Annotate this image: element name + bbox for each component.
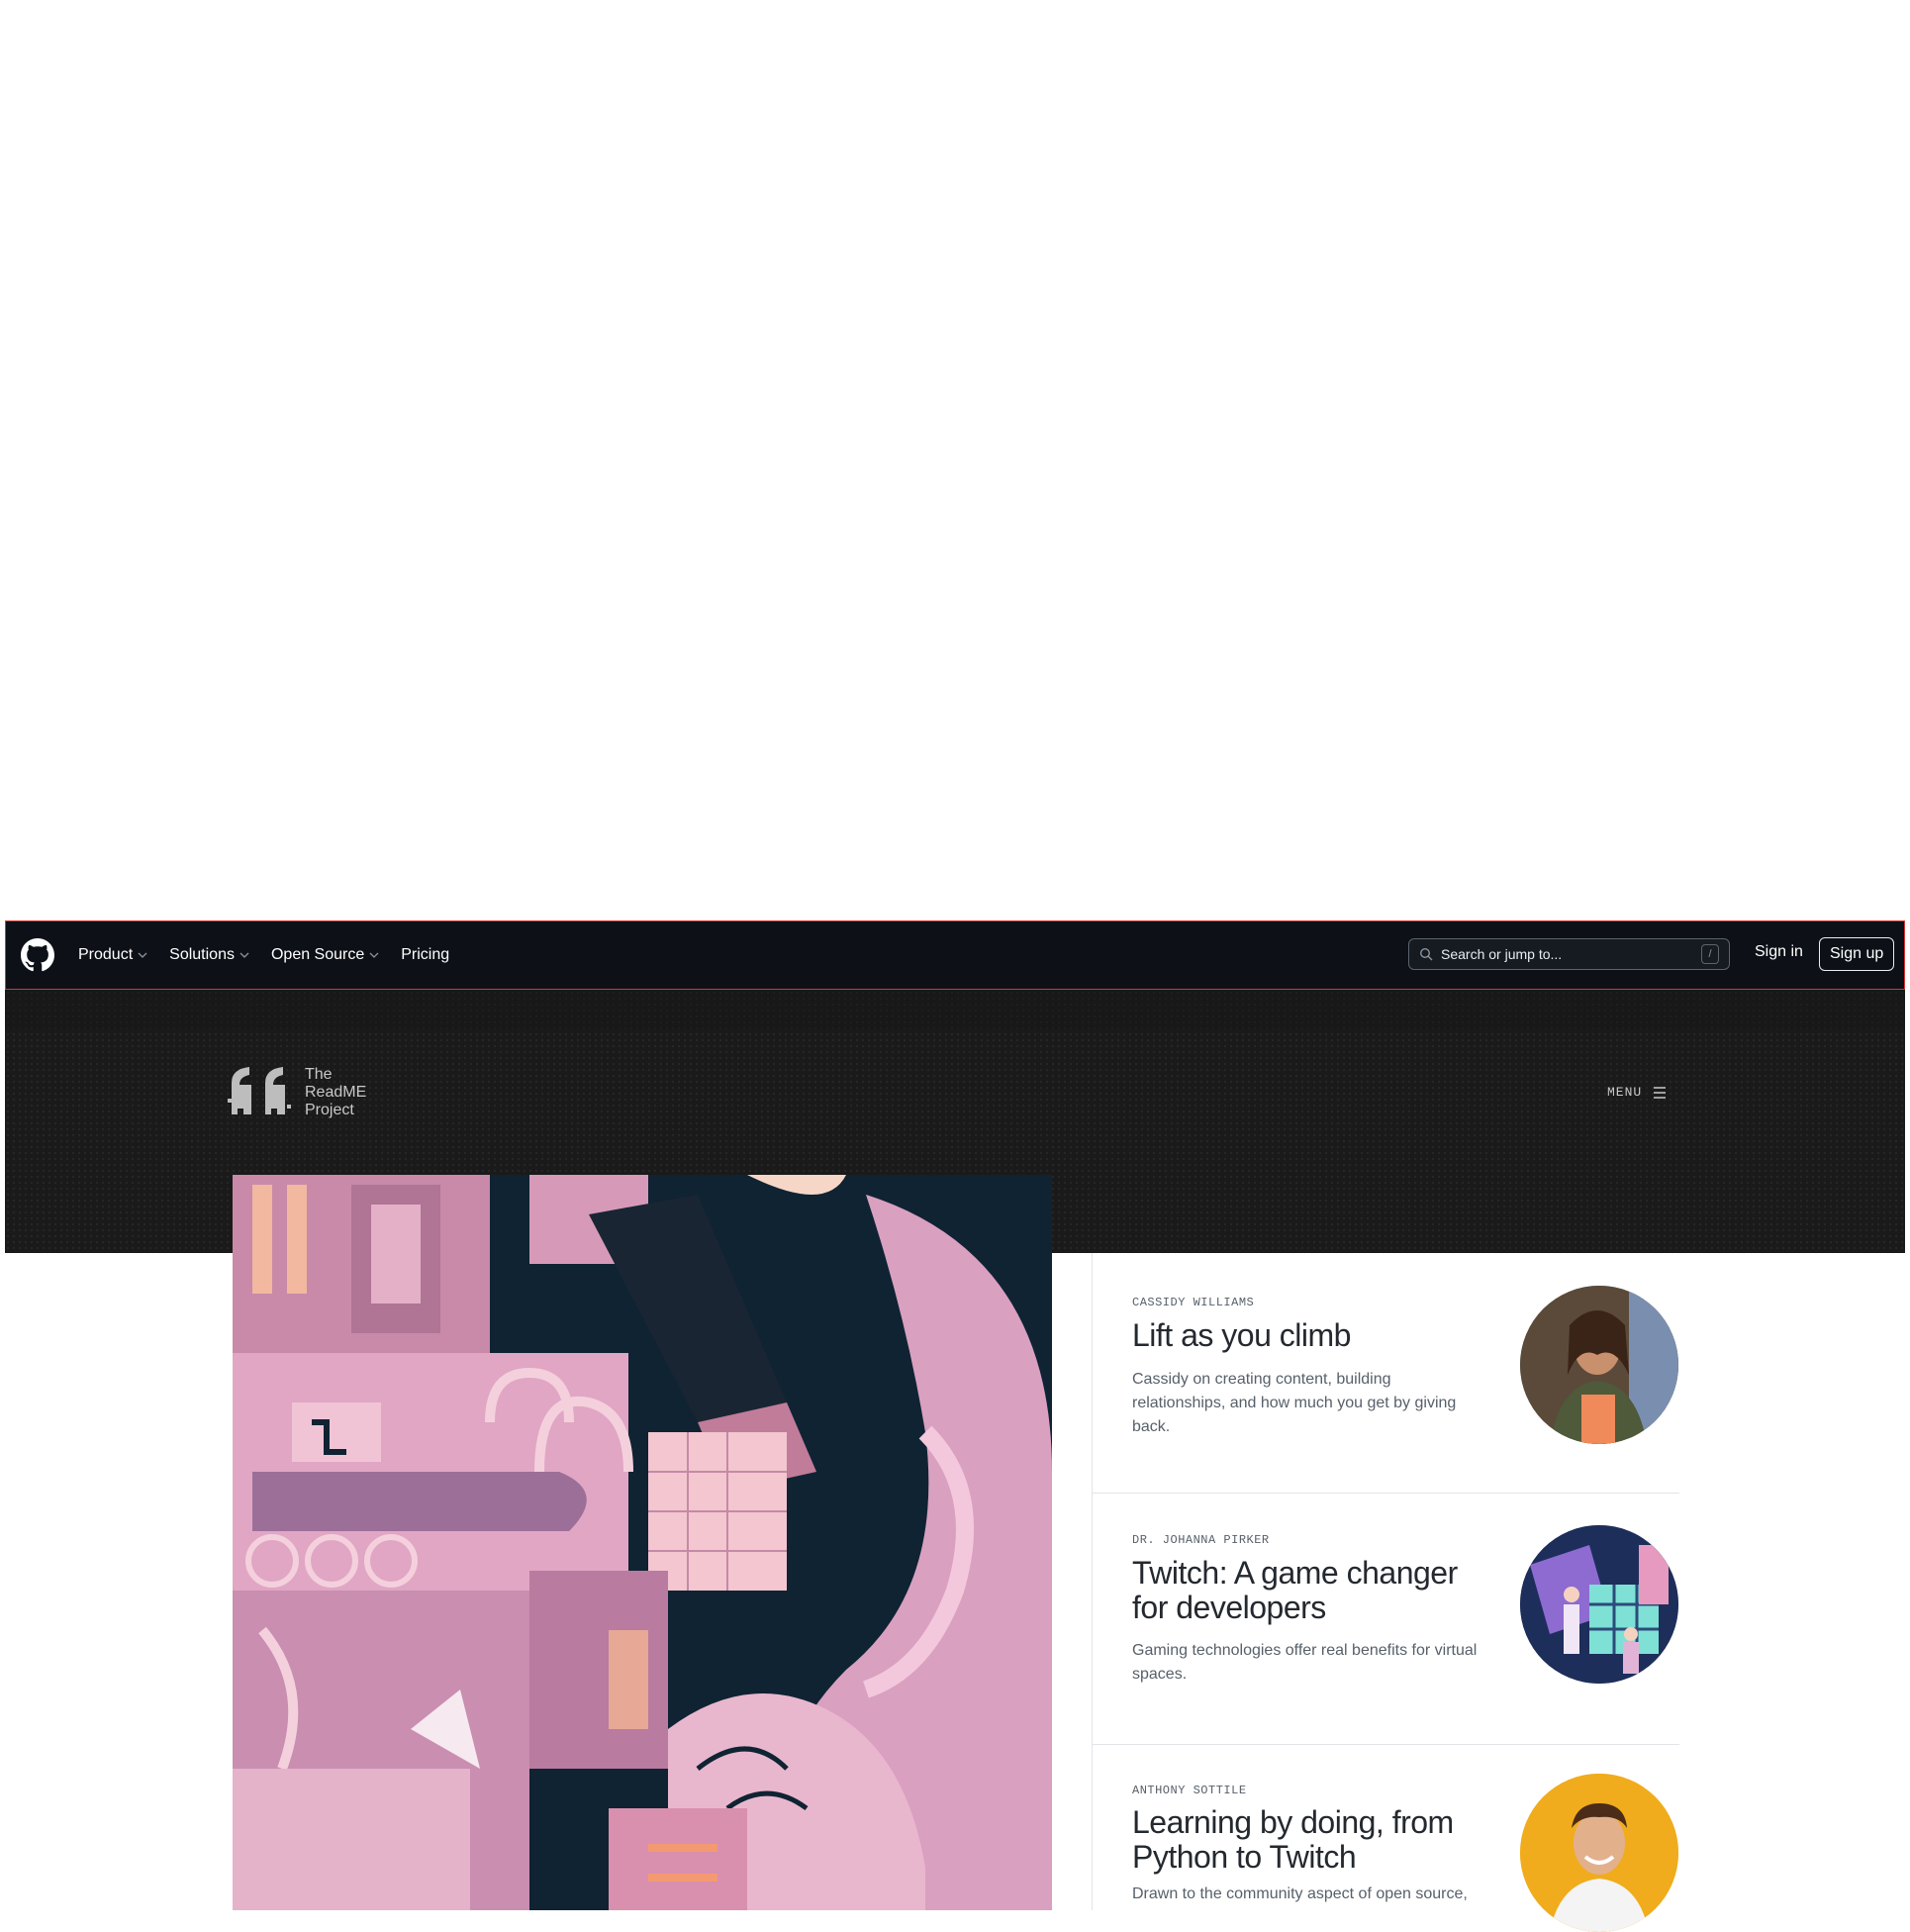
- nav-open-source[interactable]: Open Source: [271, 946, 379, 964]
- readme-logo-text: The ReadME Project: [305, 1066, 366, 1119]
- github-logo-icon[interactable]: [21, 938, 54, 972]
- search-shortcut-key: /: [1701, 944, 1719, 964]
- nav-pricing[interactable]: Pricing: [401, 946, 449, 964]
- logo-line-readme: ReadME: [305, 1084, 367, 1101]
- article-title[interactable]: Twitch: A game changer for developers: [1132, 1556, 1488, 1625]
- article-card-2[interactable]: DR. JOHANNA PIRKER Twitch: A game change…: [1093, 1493, 1679, 1745]
- article-list: CASSIDY WILLIAMS Lift as you climb Cassi…: [1092, 1253, 1679, 1932]
- github-header: Product Solutions Open Source Pricing Se…: [5, 920, 1905, 990]
- nav-product[interactable]: Product: [78, 946, 147, 964]
- article-card-1[interactable]: CASSIDY WILLIAMS Lift as you climb Cassi…: [1093, 1253, 1679, 1494]
- avatar-photo-image: [1520, 1774, 1678, 1932]
- chevron-down-icon: [369, 952, 379, 958]
- article-author: ANTHONY SOTTILE: [1132, 1784, 1247, 1797]
- quote-logo-icon: [228, 1067, 291, 1114]
- search-placeholder: Search or jump to...: [1441, 946, 1563, 962]
- avatar-illustration-image: [1520, 1525, 1678, 1684]
- nav-solutions[interactable]: Solutions: [169, 946, 249, 964]
- logo-line-the: The: [305, 1066, 333, 1083]
- chevron-down-icon: [239, 952, 249, 958]
- menu-label: MENU: [1607, 1085, 1643, 1100]
- article-card-3[interactable]: ANTHONY SOTTILE Learning by doing, from …: [1093, 1744, 1679, 1932]
- article-description: Gaming technologies offer real benefits …: [1132, 1642, 1478, 1683]
- band-pattern: [5, 990, 1905, 1029]
- article-title[interactable]: Lift as you climb: [1132, 1318, 1488, 1353]
- author-avatar: [1520, 1286, 1678, 1444]
- nav-pricing-label: Pricing: [401, 946, 450, 963]
- article-title[interactable]: Learning by doing, from Python to Twitch: [1132, 1805, 1488, 1875]
- nav-open-source-label: Open Source: [270, 946, 365, 963]
- article-description: Cassidy on creating content, building re…: [1132, 1371, 1457, 1435]
- search-input[interactable]: Search or jump to... /: [1408, 938, 1730, 970]
- menu-button[interactable]: MENU: [1607, 1085, 1668, 1100]
- factory-illustration-image: [233, 1175, 1052, 1910]
- avatar-photo-image: [1520, 1286, 1678, 1444]
- nav-product-label: Product: [78, 946, 134, 963]
- author-avatar: [1520, 1774, 1678, 1932]
- readme-logo[interactable]: The ReadME Project: [228, 1065, 366, 1120]
- nav-solutions-label: Solutions: [169, 946, 235, 963]
- sign-in-link[interactable]: Sign in: [1755, 943, 1803, 961]
- hamburger-icon: [1654, 1086, 1667, 1099]
- hero-illustration[interactable]: [233, 1175, 1052, 1910]
- article-description: Drawn to the community aspect of open so…: [1132, 1885, 1468, 1902]
- logo-line-project: Project: [305, 1102, 354, 1118]
- sign-up-button[interactable]: Sign up: [1819, 937, 1895, 971]
- article-author: CASSIDY WILLIAMS: [1132, 1296, 1255, 1309]
- search-icon: [1419, 947, 1433, 961]
- article-author: DR. JOHANNA PIRKER: [1132, 1533, 1270, 1547]
- author-avatar: [1520, 1525, 1678, 1684]
- chevron-down-icon: [138, 952, 147, 958]
